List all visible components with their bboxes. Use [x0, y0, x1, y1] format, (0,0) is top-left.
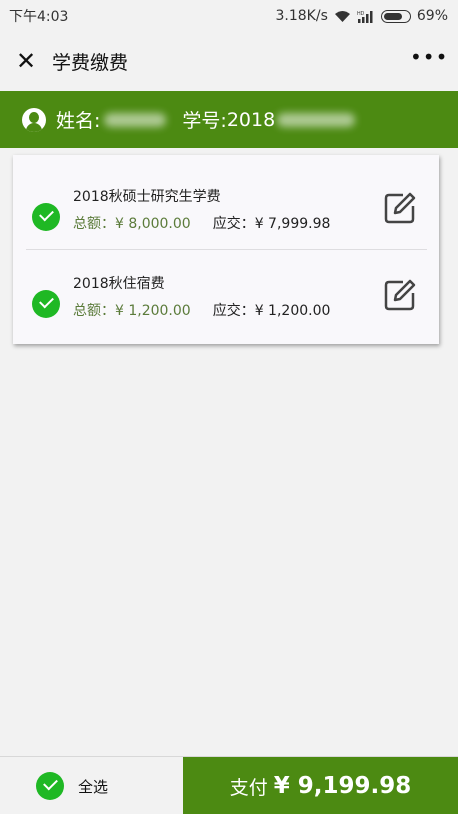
fee-amounts: 总额：¥ 1,200.00 应交：¥ 1,200.00	[73, 300, 330, 320]
edit-icon[interactable]	[383, 278, 417, 312]
close-icon: ✕	[15, 47, 37, 75]
nav-bar: ✕ 学费缴费 •••	[0, 32, 458, 90]
bottom-bar: 全选 支付 ¥ 9,199.98	[0, 756, 458, 814]
student-id-prefix: 2018	[226, 108, 276, 131]
fee-due: 应交：¥ 1,200.00	[212, 303, 331, 319]
fee-name: 2018秋住宿费	[73, 276, 165, 292]
fee-due: 应交：¥ 7,999.98	[212, 216, 331, 232]
wifi-icon	[334, 10, 350, 22]
student-id-redacted	[277, 112, 356, 127]
battery-level: 69%	[416, 8, 448, 24]
pay-button[interactable]: 支付 ¥ 9,199.98	[183, 757, 458, 814]
check-icon[interactable]	[32, 290, 60, 318]
close-button[interactable]: ✕	[2, 32, 50, 90]
fee-item[interactable]: 2018秋硕士研究生学费 总额：¥ 8,000.00 应交：¥ 7,999.98	[13, 163, 439, 253]
status-bar: 下午4:03 3.18K/s HD 69%	[0, 0, 458, 32]
pay-label: 支付	[229, 776, 268, 799]
select-all-toggle[interactable]: 全选	[0, 757, 183, 814]
student-id-label: 学号:	[182, 110, 227, 132]
student-info-banner: 姓名: 学号: 2018	[0, 91, 458, 148]
name-label: 姓名:	[56, 110, 101, 132]
status-indicators: 3.18K/s HD 69%	[276, 8, 449, 24]
network-speed: 3.18K/s	[275, 8, 328, 24]
fee-total: 总额：¥ 8,000.00	[73, 216, 191, 232]
signal-hd-label: HD	[357, 11, 365, 17]
fee-total: 总额：¥ 1,200.00	[73, 303, 191, 319]
page-title: 学费缴费	[52, 51, 129, 74]
user-icon	[22, 107, 46, 132]
signal-icon: HD	[357, 10, 373, 23]
pay-amount: ¥ 9,199.98	[273, 773, 412, 799]
more-icon: •••	[410, 45, 449, 69]
more-button[interactable]: •••	[410, 47, 447, 72]
edit-icon[interactable]	[383, 191, 417, 225]
check-icon[interactable]	[32, 203, 60, 231]
check-icon[interactable]	[36, 772, 64, 800]
select-all-label: 全选	[78, 777, 109, 796]
battery-icon	[380, 9, 411, 23]
status-time: 下午4:03	[9, 9, 69, 25]
fee-amounts: 总额：¥ 8,000.00 应交：¥ 7,999.98	[73, 213, 330, 233]
fee-item[interactable]: 2018秋住宿费 总额：¥ 1,200.00 应交：¥ 1,200.00	[13, 250, 439, 340]
fee-name: 2018秋硕士研究生学费	[73, 189, 221, 205]
name-redacted	[104, 112, 167, 127]
fee-list-card: 2018秋硕士研究生学费 总额：¥ 8,000.00 应交：¥ 7,999.98 …	[13, 155, 439, 344]
